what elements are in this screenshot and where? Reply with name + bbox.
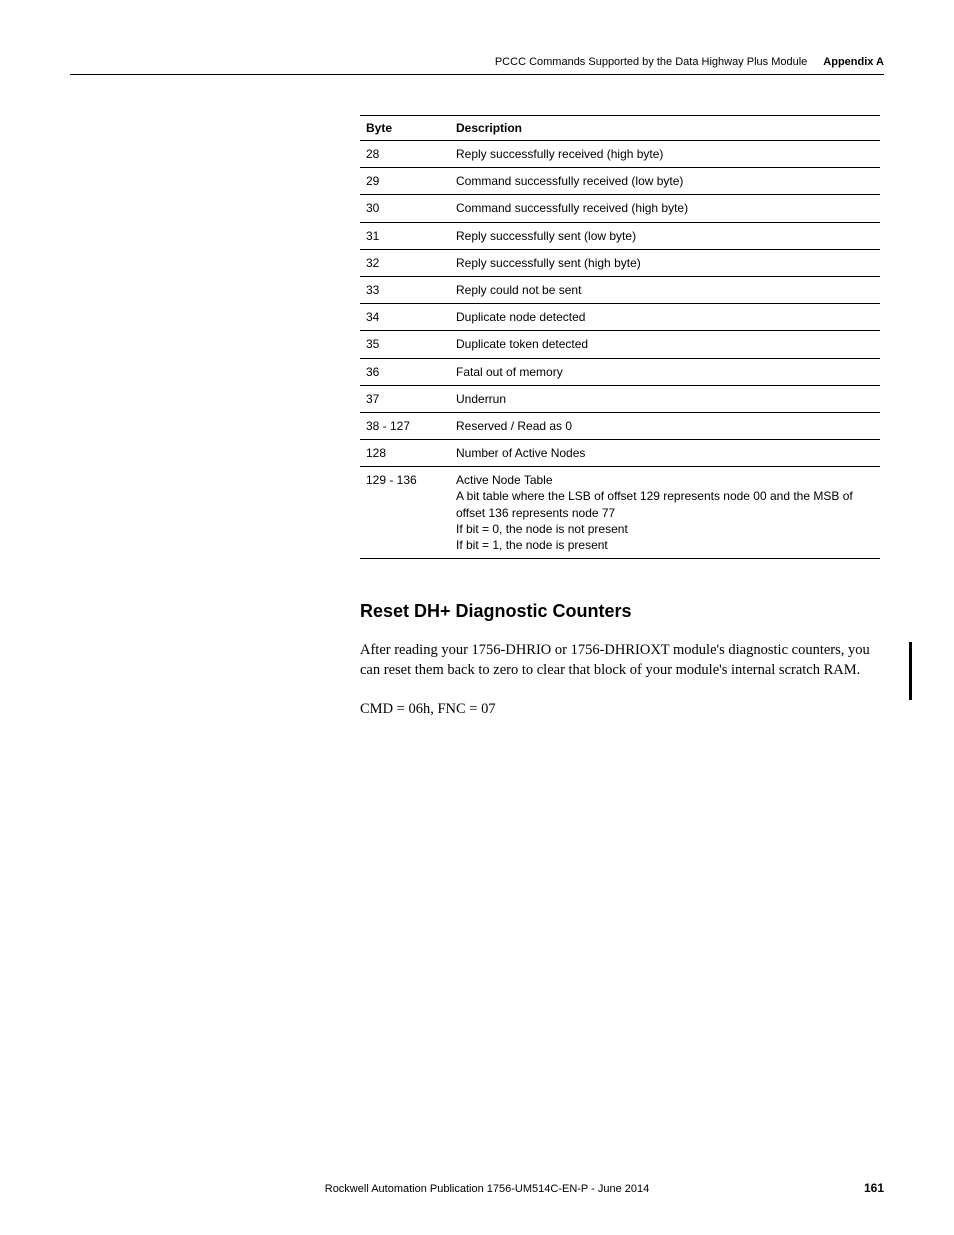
- cell-byte: 35: [360, 331, 450, 358]
- cell-description: Reply could not be sent: [450, 276, 880, 303]
- table-row: 128Number of Active Nodes: [360, 440, 880, 467]
- cell-description: Active Node TableA bit table where the L…: [450, 467, 880, 559]
- table-row: 28Reply successfully received (high byte…: [360, 141, 880, 168]
- cell-byte: 37: [360, 385, 450, 412]
- page-footer: Rockwell Automation Publication 1756-UM5…: [70, 1181, 884, 1195]
- cell-description: Reply successfully received (high byte): [450, 141, 880, 168]
- cell-byte: 28: [360, 141, 450, 168]
- table-row: 36Fatal out of memory: [360, 358, 880, 385]
- cell-byte: 36: [360, 358, 450, 385]
- table-row: 30Command successfully received (high by…: [360, 195, 880, 222]
- cell-description: Reply successfully sent (low byte): [450, 222, 880, 249]
- cell-byte: 128: [360, 440, 450, 467]
- header-rule: [70, 74, 884, 75]
- cell-description: Duplicate node detected: [450, 304, 880, 331]
- table-row: 29Command successfully received (low byt…: [360, 168, 880, 195]
- table-row: 33Reply could not be sent: [360, 276, 880, 303]
- section-paragraph-1: After reading your 1756-DHRIO or 1756-DH…: [360, 640, 880, 681]
- cell-byte: 33: [360, 276, 450, 303]
- cell-byte: 129 - 136: [360, 467, 450, 559]
- table-row: 129 - 136Active Node TableA bit table wh…: [360, 467, 880, 559]
- cell-description: Duplicate token detected: [450, 331, 880, 358]
- cell-description: Underrun: [450, 385, 880, 412]
- cell-description: Fatal out of memory: [450, 358, 880, 385]
- table-row: 35Duplicate token detected: [360, 331, 880, 358]
- cell-byte: 34: [360, 304, 450, 331]
- col-header-byte: Byte: [360, 116, 450, 141]
- header-title: PCCC Commands Supported by the Data High…: [495, 56, 807, 68]
- cell-description: Reply successfully sent (high byte): [450, 249, 880, 276]
- col-header-description: Description: [450, 116, 880, 141]
- cell-description: Reserved / Read as 0: [450, 412, 880, 439]
- table-row: 34Duplicate node detected: [360, 304, 880, 331]
- footer-publication: Rockwell Automation Publication 1756-UM5…: [110, 1183, 864, 1195]
- cell-description: Command successfully received (high byte…: [450, 195, 880, 222]
- table-row: 37Underrun: [360, 385, 880, 412]
- cell-description: Number of Active Nodes: [450, 440, 880, 467]
- cell-byte: 38 - 127: [360, 412, 450, 439]
- byte-description-table: Byte Description 28Reply successfully re…: [360, 115, 880, 559]
- table-row: 38 - 127Reserved / Read as 0: [360, 412, 880, 439]
- table-row: 32Reply successfully sent (high byte): [360, 249, 880, 276]
- section-paragraph-2: CMD = 06h, FNC = 07: [360, 699, 880, 719]
- cell-byte: 32: [360, 249, 450, 276]
- change-bar-icon: [909, 642, 912, 700]
- cell-description: Command successfully received (low byte): [450, 168, 880, 195]
- cell-byte: 29: [360, 168, 450, 195]
- section-heading: Reset DH+ Diagnostic Counters: [360, 601, 884, 622]
- running-header: PCCC Commands Supported by the Data High…: [70, 56, 884, 74]
- cell-byte: 30: [360, 195, 450, 222]
- cell-byte: 31: [360, 222, 450, 249]
- table-row: 31Reply successfully sent (low byte): [360, 222, 880, 249]
- footer-page-number: 161: [864, 1181, 884, 1195]
- appendix-label: Appendix A: [823, 56, 884, 68]
